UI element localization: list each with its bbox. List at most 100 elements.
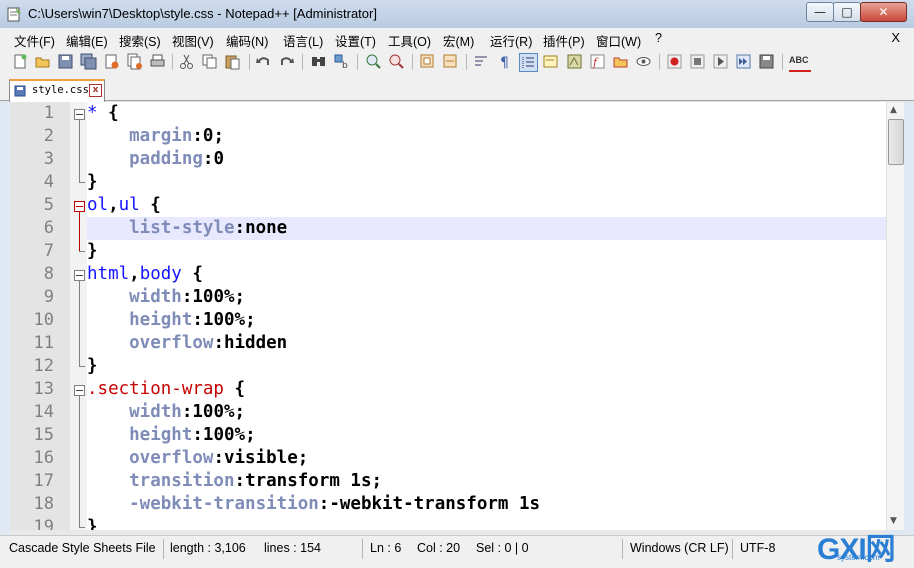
zoom-out-icon[interactable]	[388, 53, 405, 70]
code-token: ;	[297, 448, 309, 468]
code-editor[interactable]: 1 * {2 margin:0; 3 padding:0 4} 5 ol,ul {6 li…	[10, 102, 886, 530]
word-wrap-icon[interactable]	[473, 53, 490, 70]
code-line[interactable]: 11 overflow:hidden	[10, 332, 886, 355]
close-document-button[interactable]: X	[891, 30, 900, 45]
menu-plugins[interactable]: 插件(P)	[543, 31, 585, 50]
monitoring-icon[interactable]	[635, 53, 652, 70]
menu-search[interactable]: 搜索(S)	[119, 31, 161, 50]
minimize-button[interactable]: —	[806, 2, 834, 22]
code-line[interactable]: 8 html,body {	[10, 263, 886, 286]
menu-edit[interactable]: 编辑(E)	[66, 31, 108, 50]
code-token: ol	[87, 195, 109, 215]
code-text: overflow:visible;	[87, 448, 308, 468]
doc-map-icon[interactable]	[566, 53, 583, 70]
line-number: 12	[33, 356, 54, 376]
code-token: :	[192, 425, 203, 445]
scroll-up-icon[interactable]: ▲	[890, 105, 897, 115]
code-token: {	[192, 264, 203, 284]
replace-icon[interactable]: b	[333, 53, 350, 70]
code-token: hidden	[223, 333, 288, 353]
code-line[interactable]: 19}	[10, 516, 886, 530]
code-text: }	[87, 356, 98, 376]
maximize-button[interactable]: □	[833, 2, 861, 22]
title-bar[interactable]: C:\Users\win7\Desktop\style.css - Notepa…	[0, 0, 914, 28]
line-number: 19	[33, 517, 54, 530]
code-line[interactable]: 1 * {	[10, 102, 886, 125]
undo-icon[interactable]	[255, 53, 272, 70]
play-macro-icon[interactable]	[712, 53, 729, 70]
code-token: :	[202, 149, 214, 169]
indent-guide-icon[interactable]	[519, 53, 538, 72]
menu-run[interactable]: 运行(R)	[490, 31, 532, 50]
close-icon[interactable]	[103, 53, 120, 70]
stop-macro-icon[interactable]	[689, 53, 706, 70]
code-token: }	[87, 517, 98, 530]
code-line[interactable]: 9 width:100%;	[10, 286, 886, 309]
vertical-scrollbar[interactable]: ▲ ▼	[886, 102, 904, 530]
copy-icon[interactable]	[201, 53, 218, 70]
status-eol: Windows (CR LF)	[630, 541, 729, 555]
close-window-button[interactable]: ✕	[860, 2, 907, 22]
code-text: .section-wrap {	[87, 379, 245, 399]
code-line[interactable]: 2 margin:0;	[10, 125, 886, 148]
code-text: padding:0	[87, 149, 224, 169]
user-defined-lang-icon[interactable]	[542, 53, 559, 70]
code-token: -webkit-transform 1s	[329, 494, 541, 514]
tab-close-icon[interactable]: x	[89, 84, 102, 97]
code-token: 100%	[192, 402, 235, 422]
close-all-icon[interactable]	[126, 53, 143, 70]
menu-macro[interactable]: 宏(M)	[443, 31, 474, 50]
menu-encoding[interactable]: 编码(N)	[226, 31, 268, 50]
tab-label: style.css	[32, 84, 89, 96]
code-line[interactable]: 14 width:100%;	[10, 401, 886, 424]
print-icon[interactable]	[149, 53, 166, 70]
code-line[interactable]: 4}	[10, 171, 886, 194]
menu-language[interactable]: 语言(L)	[283, 31, 323, 50]
paste-icon[interactable]	[224, 53, 241, 70]
menu-file[interactable]: 文件(F)	[14, 31, 55, 50]
code-line[interactable]: 7}	[10, 240, 886, 263]
save-macro-icon[interactable]	[758, 53, 775, 70]
scrollbar-thumb[interactable]	[888, 119, 904, 165]
menu-tools[interactable]: 工具(O)	[388, 31, 431, 50]
new-file-icon[interactable]	[12, 53, 29, 70]
save-icon[interactable]	[57, 53, 74, 70]
sync-vertical-icon[interactable]	[419, 53, 436, 70]
spell-check-icon[interactable]: ABC	[789, 53, 811, 72]
code-line[interactable]: 10 height:100%;	[10, 309, 886, 332]
code-line[interactable]: 3 padding:0	[10, 148, 886, 171]
zoom-in-icon[interactable]	[365, 53, 382, 70]
run-macro-multiple-icon[interactable]	[735, 53, 752, 70]
line-number: 6	[43, 218, 54, 238]
code-line[interactable]: 16 overflow:visible;	[10, 447, 886, 470]
code-line[interactable]: 12}	[10, 355, 886, 378]
code-token: 100%	[192, 287, 235, 307]
save-all-icon[interactable]	[80, 53, 97, 70]
menu-view[interactable]: 视图(V)	[172, 31, 214, 50]
code-token: {	[150, 195, 161, 215]
code-line[interactable]: 6 list-style:none	[10, 217, 886, 240]
find-icon[interactable]	[310, 53, 327, 70]
code-token: body	[139, 264, 193, 284]
show-all-chars-icon[interactable]: ¶	[496, 53, 513, 70]
cut-icon[interactable]	[178, 53, 195, 70]
tab-style-css[interactable]: style.css x	[9, 79, 105, 102]
line-number: 11	[33, 333, 54, 353]
code-token: ;	[245, 310, 256, 330]
menu-settings[interactable]: 设置(T)	[335, 31, 376, 50]
open-file-icon[interactable]	[34, 53, 51, 70]
code-line[interactable]: 13 .section-wrap {	[10, 378, 886, 401]
function-list-icon[interactable]: f	[589, 53, 606, 70]
code-text: list-style:none	[87, 218, 287, 238]
sync-horizontal-icon[interactable]	[442, 53, 459, 70]
menu-window[interactable]: 窗口(W)	[596, 31, 641, 50]
code-line[interactable]: 18 -webkit-transition:-webkit-transform …	[10, 493, 886, 516]
menu-help[interactable]: ?	[655, 31, 662, 45]
record-macro-icon[interactable]	[666, 53, 683, 70]
code-line[interactable]: 15 height:100%;	[10, 424, 886, 447]
redo-icon[interactable]	[278, 53, 295, 70]
folder-workspace-icon[interactable]	[612, 53, 629, 70]
code-line[interactable]: 17 transition:transform 1s;	[10, 470, 886, 493]
code-text: }	[87, 172, 98, 192]
code-line[interactable]: 5 ol,ul {	[10, 194, 886, 217]
